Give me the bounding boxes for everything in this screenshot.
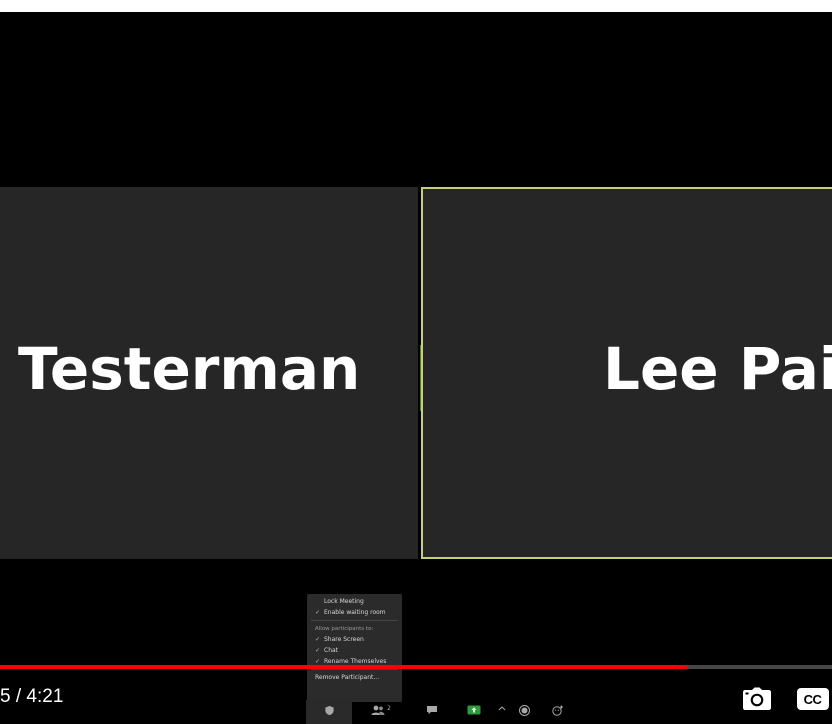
menu-divider bbox=[311, 669, 398, 670]
chat-icon bbox=[427, 706, 437, 715]
menu-item-label: Remove Participant... bbox=[315, 674, 380, 681]
cc-icon: CC bbox=[796, 688, 829, 710]
check-icon: ✓ bbox=[315, 658, 321, 665]
check-icon: ✓ bbox=[315, 647, 321, 654]
camera-icon bbox=[743, 687, 771, 710]
menu-item-label: Share Screen bbox=[324, 636, 364, 643]
check-icon: ✓ bbox=[315, 609, 321, 616]
video-frame[interactable]: Testerman Lee Pair bbox=[0, 12, 832, 724]
menu-item-label: Lock Meeting bbox=[324, 598, 364, 605]
security-icon bbox=[324, 705, 334, 716]
menu-divider bbox=[311, 620, 398, 621]
screenshot-button[interactable] bbox=[739, 684, 775, 714]
chevron-up-icon bbox=[498, 706, 506, 711]
menu-section-header: Allow participants to: bbox=[315, 625, 374, 632]
menu-item-chat[interactable]: ✓ Chat bbox=[307, 645, 402, 656]
menu-item-remove-participant[interactable]: Remove Participant... bbox=[307, 672, 402, 683]
menu-item-label: Rename Themselves bbox=[324, 658, 387, 665]
menu-item-share-screen[interactable]: ✓ Share Screen bbox=[307, 634, 402, 645]
top-strip bbox=[0, 0, 832, 12]
toolbar-record-button[interactable] bbox=[510, 700, 538, 724]
participant-name-left: Testerman bbox=[18, 335, 361, 403]
menu-item-label: Enable waiting room bbox=[324, 609, 386, 616]
toolbar-chat-button[interactable] bbox=[410, 700, 454, 724]
menu-item-lock-meeting[interactable]: Lock Meeting bbox=[307, 596, 402, 607]
toolbar-reactions-button[interactable] bbox=[538, 700, 578, 724]
share-screen-icon bbox=[467, 705, 481, 715]
participant-tile-left[interactable]: Testerman bbox=[0, 187, 418, 559]
participants-icon bbox=[371, 705, 385, 715]
menu-item-enable-waiting-room[interactable]: ✓ Enable waiting room bbox=[307, 607, 402, 618]
zoom-meeting-toolbar: 2 bbox=[300, 700, 580, 724]
progress-bar[interactable] bbox=[0, 665, 832, 669]
menu-item-label: Chat bbox=[324, 647, 339, 654]
toolbar-security-button[interactable] bbox=[306, 700, 352, 724]
participant-tile-right[interactable]: Lee Pair bbox=[421, 187, 832, 559]
participant-name-right: Lee Pair bbox=[603, 335, 832, 403]
toolbar-share-screen-button[interactable] bbox=[454, 700, 494, 724]
check-icon: ✓ bbox=[315, 636, 321, 643]
toolbar-share-options-button[interactable] bbox=[494, 700, 510, 724]
toolbar-participants-button[interactable]: 2 bbox=[352, 700, 410, 724]
time-display: 5 / 4:21 bbox=[0, 686, 64, 707]
progress-bar-played bbox=[0, 665, 688, 669]
reactions-icon bbox=[552, 705, 563, 716]
record-icon bbox=[518, 705, 530, 716]
captions-button[interactable]: CC bbox=[793, 684, 832, 714]
security-menu: Lock Meeting ✓ Enable waiting room Allow… bbox=[307, 594, 402, 702]
participants-count: 2 bbox=[387, 705, 391, 712]
